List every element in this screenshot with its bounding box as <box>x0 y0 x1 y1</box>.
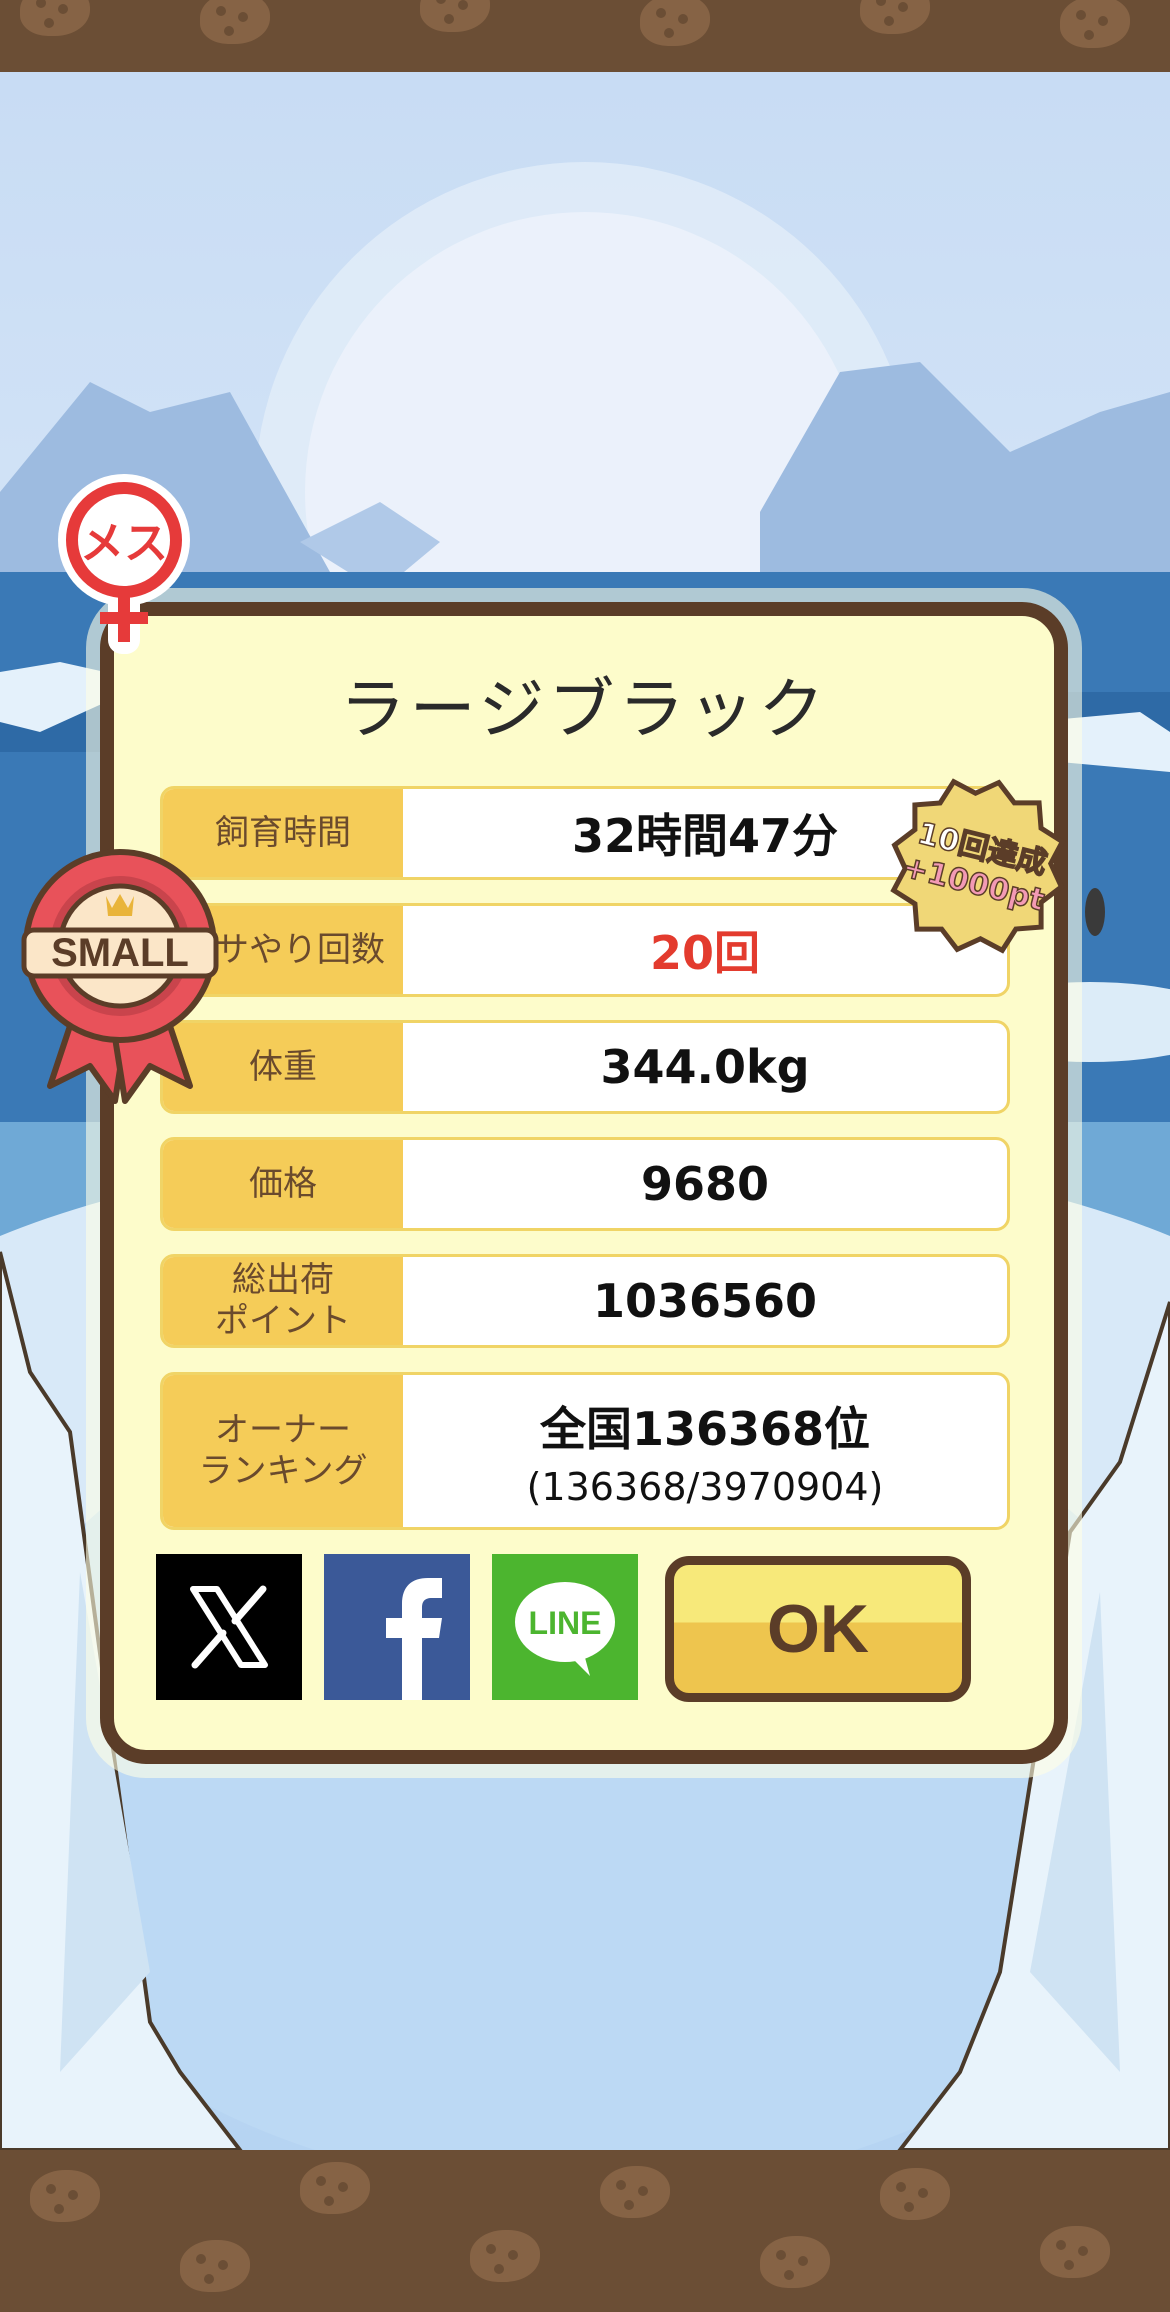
decor-blob <box>470 2230 540 2282</box>
ranking-value: 全国136368位 (136368/3970904) <box>403 1375 1007 1527</box>
facebook-logo-icon <box>386 1578 442 1700</box>
female-symbol-icon: メス <box>58 474 190 654</box>
decor-blob <box>200 0 270 44</box>
stat-row-price: 価格 9680 <box>160 1137 1010 1231</box>
decor-blob <box>30 2170 100 2222</box>
gold-seal-icon: 10回達成 +1000pt <box>890 778 1066 954</box>
stat-row-feeding-count: エサやり回数 20回 <box>160 903 1010 997</box>
stat-label: オーナー ランキング <box>163 1375 403 1527</box>
stat-label: 総出荷 ポイント <box>163 1257 403 1345</box>
ranking-position: 全国136368位 <box>539 1402 871 1456</box>
share-line-button[interactable]: LINE <box>492 1554 638 1700</box>
share-x-button[interactable] <box>156 1554 302 1700</box>
size-rank-ribbon: SMALL <box>20 846 220 1106</box>
share-facebook-button[interactable] <box>324 1554 470 1700</box>
decor-blob <box>760 2236 830 2288</box>
bottom-decor-band <box>0 2150 1170 2312</box>
arctic-background: ラージブラック 飼育時間 32時間47分 エサやり回数 20回 体重 344.0… <box>0 72 1170 2150</box>
ribbon-rosette-icon: SMALL <box>21 849 219 1104</box>
ranking-detail: (136368/3970904) <box>526 1465 884 1509</box>
stat-value: 344.0kg <box>600 1040 810 1094</box>
stat-row-weight: 体重 344.0kg <box>160 1020 1010 1114</box>
decor-blob <box>640 0 710 46</box>
decor-blob <box>420 0 490 32</box>
x-logo-icon <box>190 1585 268 1669</box>
achievement-badge: 10回達成 +1000pt <box>888 776 1068 956</box>
top-decor-band <box>0 0 1170 72</box>
ribbon-label: SMALL <box>51 931 189 975</box>
decor-blob <box>600 2166 670 2218</box>
stat-row-shipping-points: 総出荷 ポイント 1036560 <box>160 1254 1010 1348</box>
stat-row-owner-ranking: オーナー ランキング 全国136368位 (136368/3970904) <box>160 1372 1010 1530</box>
female-gender-badge: メス <box>56 474 192 674</box>
gender-label: メス <box>80 518 168 569</box>
decor-blob <box>860 0 930 34</box>
decor-blob <box>1040 2226 1110 2278</box>
decor-blob <box>1060 0 1130 48</box>
line-logo-icon: LINE <box>515 1582 615 1676</box>
decor-blob <box>180 2240 250 2292</box>
stat-value: 1036560 <box>592 1274 818 1328</box>
stat-label: 価格 <box>163 1140 403 1228</box>
stat-row-rearing-time: 飼育時間 32時間47分 <box>160 786 1010 880</box>
ok-button[interactable]: OK <box>665 1556 971 1702</box>
stat-value: 9680 <box>640 1157 770 1211</box>
line-logo-text: LINE <box>529 1605 602 1641</box>
dialog-title: ラージブラック <box>339 671 829 748</box>
decor-blob <box>20 0 90 36</box>
decor-blob <box>300 2162 370 2214</box>
decor-blob <box>880 2168 950 2220</box>
